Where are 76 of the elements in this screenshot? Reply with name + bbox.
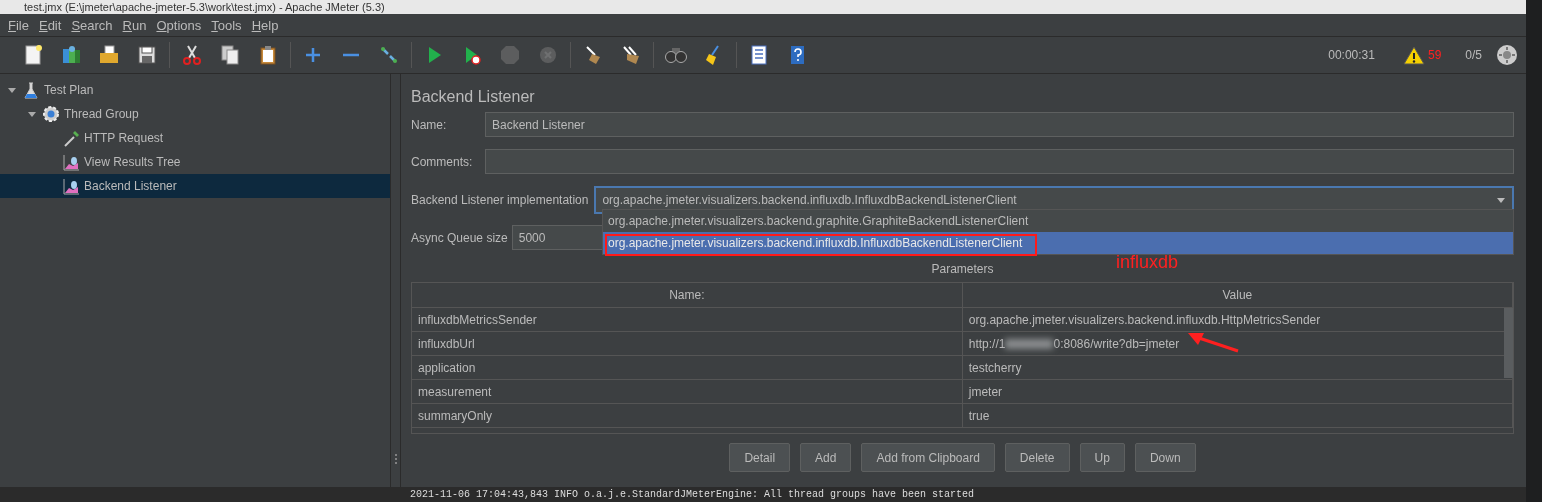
log-line: 2021-11-06 17:04:43,843 INFO o.a.j.e.StandardJMeterEngine: All thread groups have been started bbox=[410, 489, 975, 500]
scrollbar[interactable] bbox=[1504, 308, 1513, 378]
dropdown-option[interactable]: org.apache.jmeter.visualizers.backend.influxdb.InfluxdbBackendListenerClient bbox=[603, 232, 1513, 254]
tree-item[interactable]: Test Plan bbox=[0, 78, 390, 102]
action-button[interactable]: Add from Clipboard bbox=[861, 443, 995, 472]
annotation-label: influxdb bbox=[1116, 252, 1179, 273]
books-icon bbox=[60, 44, 82, 66]
table-cell: jmeter bbox=[962, 379, 1513, 404]
menu-item[interactable]: Run bbox=[122, 17, 147, 33]
elapsed-time: 00:00:31 bbox=[1328, 48, 1375, 62]
menu-item[interactable]: Tools bbox=[211, 17, 242, 33]
section-title: Parameters bbox=[931, 262, 994, 276]
books-button[interactable] bbox=[60, 44, 82, 66]
column-header: Value bbox=[962, 283, 1513, 308]
table-cell: summaryOnly bbox=[412, 403, 963, 428]
tree-item[interactable]: Thread Group bbox=[0, 102, 390, 126]
window-title: test.jmx (E:\jmeter\apache-jmeter-5.3\work\test.jmx) - Apache JMeter (5.3) bbox=[24, 1, 385, 13]
flask-icon bbox=[22, 81, 40, 99]
table-cell: influxdbMetricsSender bbox=[412, 307, 963, 332]
text-field[interactable] bbox=[485, 149, 1514, 174]
table-cell: application bbox=[412, 355, 963, 380]
text-field[interactable]: Backend Listener bbox=[485, 112, 1514, 137]
action-button[interactable]: Detail bbox=[729, 443, 791, 472]
field-label: Comments: bbox=[411, 154, 474, 169]
menu-item[interactable]: File bbox=[8, 17, 29, 33]
stop-sign-icon bbox=[499, 44, 521, 66]
action-button[interactable]: Up bbox=[1079, 443, 1125, 472]
copy-button[interactable] bbox=[219, 44, 241, 66]
tree-label: Backend Listener bbox=[84, 179, 177, 193]
tree-label: Thread Group bbox=[64, 107, 139, 121]
document-icon bbox=[22, 44, 44, 66]
table-cell: measurement bbox=[412, 379, 963, 404]
document-button[interactable] bbox=[22, 44, 44, 66]
field-label: Name: bbox=[411, 117, 448, 132]
minus-icon bbox=[343, 53, 359, 57]
field-label: Async Queue size bbox=[411, 230, 508, 245]
thread-count: 0/5 bbox=[1465, 48, 1482, 62]
field-label: Backend Listener implementation bbox=[411, 193, 589, 207]
menu-item[interactable]: Search bbox=[71, 17, 113, 33]
clipboard-icon bbox=[257, 44, 279, 66]
table-cell: true bbox=[962, 403, 1513, 428]
table-cell: influxdbUrl bbox=[412, 331, 963, 356]
caret-icon bbox=[1496, 195, 1506, 205]
clipboard-button[interactable] bbox=[257, 44, 279, 66]
action-button[interactable]: Down bbox=[1134, 443, 1196, 472]
panel-title: Backend Listener bbox=[411, 88, 535, 106]
splitter-handle-icon bbox=[393, 453, 398, 465]
folder-icon bbox=[98, 44, 120, 66]
action-button[interactable]: Add bbox=[800, 443, 852, 472]
tree-label: Test Plan bbox=[44, 83, 94, 97]
pipette-icon bbox=[62, 129, 80, 147]
binoculars-icon bbox=[665, 47, 687, 63]
tree-label: HTTP Request bbox=[84, 131, 164, 145]
floppy-disk-button[interactable] bbox=[136, 44, 158, 66]
tree-item[interactable]: HTTP Request bbox=[0, 126, 390, 150]
copy-icon bbox=[219, 44, 241, 66]
tree-label: View Results Tree bbox=[84, 155, 181, 169]
action-button[interactable]: Delete bbox=[1004, 443, 1070, 472]
chart-icon bbox=[62, 153, 80, 171]
menu-item[interactable]: Help bbox=[251, 17, 279, 33]
tree-item[interactable]: View Results Tree bbox=[0, 150, 390, 174]
scissors-button[interactable] bbox=[181, 44, 203, 66]
column-header: Name: bbox=[412, 283, 963, 308]
warning-icon bbox=[1402, 45, 1425, 65]
brooms-button[interactable] bbox=[620, 44, 642, 66]
scissors-icon bbox=[181, 44, 203, 66]
gear-icon bbox=[42, 105, 60, 123]
tree-item[interactable]: Backend Listener bbox=[0, 174, 390, 198]
menu-item[interactable]: Edit bbox=[38, 17, 62, 33]
menu-item[interactable]: Options bbox=[156, 17, 202, 33]
folder-button[interactable] bbox=[98, 44, 120, 66]
brooms-icon bbox=[620, 44, 642, 66]
cross-circle-icon bbox=[537, 44, 559, 66]
list-button[interactable] bbox=[748, 44, 770, 66]
chart-icon bbox=[62, 177, 80, 195]
list-icon bbox=[748, 44, 770, 66]
